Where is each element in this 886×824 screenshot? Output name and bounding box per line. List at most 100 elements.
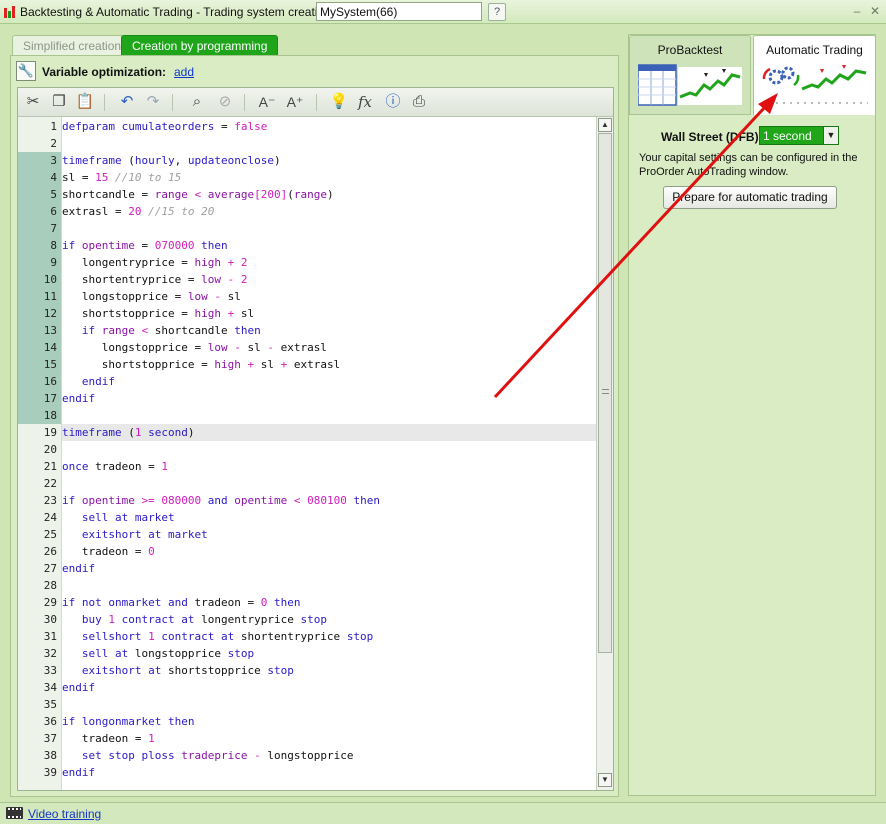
code-line[interactable]: sellshort 1 contract at shortentryprice …	[62, 628, 596, 645]
code-line[interactable]: exitshort at market	[62, 526, 596, 543]
tab-probacktest[interactable]: ProBacktest	[629, 35, 751, 115]
line-number: 32	[43, 647, 57, 660]
document-help-icon[interactable]: ?	[488, 3, 506, 21]
code-token: false	[234, 120, 268, 133]
code-line[interactable]: if opentime = 070000 then	[62, 237, 596, 254]
wrench-icon[interactable]: 🔧	[16, 61, 36, 81]
code-line[interactable]	[62, 135, 596, 152]
code-line[interactable]: once tradeon = 1	[62, 458, 596, 475]
code-line[interactable]: shortcandle = range < average[200](range…	[62, 186, 596, 203]
increase-font-icon[interactable]: A⁺	[284, 92, 306, 112]
code-token: endif	[62, 681, 96, 694]
code-token: extrasl	[287, 358, 341, 371]
code-line[interactable]: endif	[62, 390, 596, 407]
code-token: exitshort	[81, 528, 142, 541]
code-token: tradeon =	[62, 545, 149, 558]
code-line[interactable]: sl = 15 //10 to 15	[62, 169, 596, 186]
code-token: timeframe	[62, 426, 122, 439]
code-line[interactable]: if opentime >= 080000 and opentime < 080…	[62, 492, 596, 509]
code-token: 1	[161, 460, 168, 473]
code-token: 1	[148, 732, 155, 745]
tab-creation-by-programming[interactable]: Creation by programming	[121, 35, 279, 55]
decrease-font-icon[interactable]: A⁻	[256, 92, 278, 112]
code-editor[interactable]: ✂ ❐ 📋 ↶ ↷ ⌕ ⊘ A⁻ A⁺ 💡 fx ⓘ ⎙ 1 2 3 4 5 6 7 8 9 10…	[17, 87, 614, 791]
code-line[interactable]: if range < shortcandle then	[62, 322, 596, 339]
video-training-link[interactable]: Video training	[28, 807, 101, 821]
code-line[interactable]: extrasl = 20 //15 to 20	[62, 203, 596, 220]
code-line[interactable]: endif	[62, 679, 596, 696]
code-token: longstopprice =	[62, 341, 208, 354]
scroll-thumb[interactable]	[598, 133, 612, 653]
code-line[interactable]: shortentryprice = low - 2	[62, 271, 596, 288]
code-line[interactable]: if not onmarket and tradeon = 0 then	[62, 594, 596, 611]
tab-automatic-trading[interactable]: Automatic Trading	[753, 35, 876, 115]
code-line[interactable]: endif	[62, 373, 596, 390]
line-number: 21	[43, 460, 57, 473]
line-number: 2	[50, 137, 57, 150]
code-line[interactable]: exitshort at shortstopprice stop	[62, 662, 596, 679]
add-variable-link[interactable]: add	[174, 65, 194, 79]
code-line[interactable]: timeframe (1 second)	[62, 424, 596, 441]
redo-icon[interactable]: ↷	[142, 92, 164, 112]
code-line[interactable]	[62, 407, 596, 424]
editor-scrollbar[interactable]: ▲ ▼	[596, 117, 613, 790]
toolbar-divider	[244, 94, 245, 111]
code-line[interactable]: sell at market	[62, 509, 596, 526]
code-token: 15	[95, 171, 109, 184]
code-line[interactable]: buy 1 contract at longentryprice stop	[62, 611, 596, 628]
code-token: range	[293, 188, 327, 201]
function-icon[interactable]: fx	[354, 92, 376, 112]
system-name-input[interactable]	[316, 2, 482, 21]
copy-icon[interactable]: ❐	[48, 92, 70, 112]
close-icon[interactable]: ✕	[868, 4, 882, 18]
code-line[interactable]	[62, 696, 596, 713]
code-line[interactable]	[62, 441, 596, 458]
search-icon[interactable]: ⌕	[186, 92, 208, 112]
scroll-up-icon[interactable]: ▲	[598, 118, 612, 132]
paste-icon[interactable]: 📋	[74, 92, 96, 112]
editor-toolbar: ✂ ❐ 📋 ↶ ↷ ⌕ ⊘ A⁻ A⁺ 💡 fx ⓘ ⎙	[18, 88, 613, 117]
code-token: timeframe	[62, 154, 122, 167]
code-line[interactable]: longstopprice = low - sl - extrasl	[62, 339, 596, 356]
code-line[interactable]: shortstopprice = high + sl	[62, 305, 596, 322]
code-line[interactable]: longentryprice = high + 2	[62, 254, 596, 271]
print-icon[interactable]: ⎙	[408, 92, 430, 112]
code-line[interactable]	[62, 577, 596, 594]
code-line[interactable]: shortstopprice = high + sl + extrasl	[62, 356, 596, 373]
code-area[interactable]: defparam cumulateorders = false timeframe…	[62, 117, 596, 790]
code-line[interactable]: timeframe (hourly, updateonclose)	[62, 152, 596, 169]
code-line[interactable]: tradeon = 0	[62, 543, 596, 560]
tab-simplified-creation[interactable]: Simplified creation	[12, 35, 133, 55]
code-line[interactable]	[62, 220, 596, 237]
code-line[interactable]: sell at longstopprice stop	[62, 645, 596, 662]
code-line[interactable]: set stop ploss tradeprice - longstoppric…	[62, 747, 596, 764]
code-token: then	[201, 239, 228, 252]
code-line[interactable]: longstopprice = low - sl	[62, 288, 596, 305]
code-token: -	[234, 341, 241, 354]
cut-icon[interactable]: ✂	[22, 92, 44, 112]
timeframe-select[interactable]: 1 second ▼	[759, 126, 839, 145]
toolbar-divider	[172, 94, 173, 111]
code-line[interactable]: tradeon = 1	[62, 730, 596, 747]
code-token: )	[273, 154, 281, 167]
code-line[interactable]: if longonmarket then	[62, 713, 596, 730]
help-icon[interactable]: ⓘ	[382, 92, 404, 112]
code-token: average	[207, 188, 255, 201]
code-line[interactable]: defparam cumulateorders = false	[62, 118, 596, 135]
scroll-down-icon[interactable]: ▼	[598, 773, 612, 787]
code-line[interactable]: endif	[62, 764, 596, 781]
code-token: high	[194, 256, 221, 269]
code-token: (	[121, 426, 135, 439]
chevron-down-icon[interactable]: ▼	[823, 127, 838, 144]
prepare-automatic-trading-button[interactable]: Prepare for automatic trading	[663, 186, 837, 209]
idea-icon[interactable]: 💡	[328, 92, 350, 112]
code-line[interactable]	[62, 475, 596, 492]
undo-icon[interactable]: ↶	[116, 92, 138, 112]
line-number: 9	[18, 254, 61, 271]
code-line[interactable]: endif	[62, 560, 596, 577]
comment-icon[interactable]: ⊘	[214, 92, 236, 112]
